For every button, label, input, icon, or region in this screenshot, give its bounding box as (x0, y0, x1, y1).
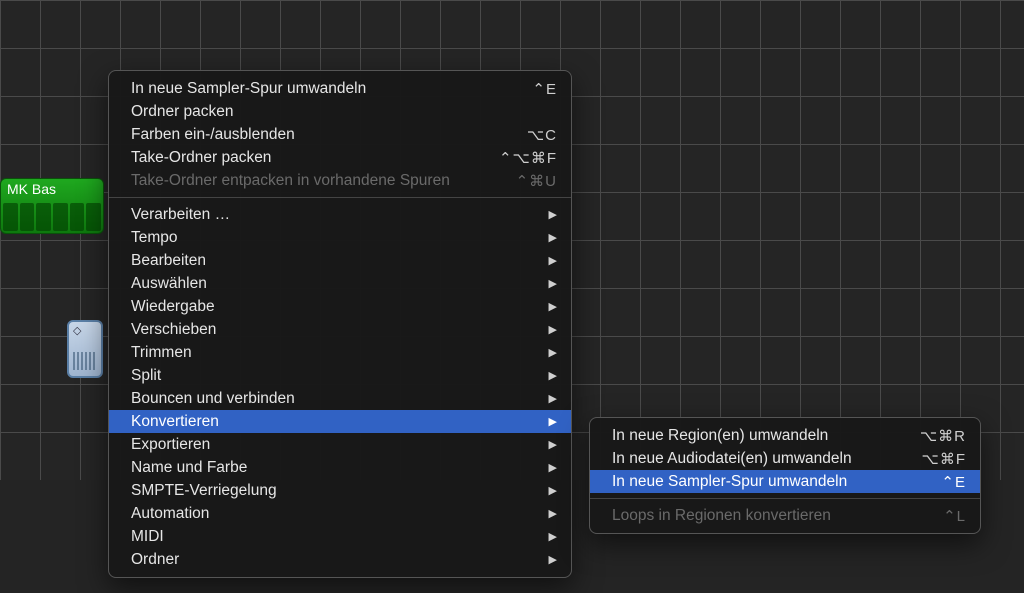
menu-item-name-color[interactable]: Name und Farbe ▶ (109, 456, 571, 479)
menu-label: Name und Farbe (131, 459, 539, 477)
shortcut: ⌃L (943, 507, 966, 525)
submenu-arrow-icon: ▶ (549, 553, 557, 566)
shortcut: ⌃⌥⌘F (499, 149, 557, 167)
submenu-arrow-icon: ▶ (549, 392, 557, 405)
audio-region[interactable] (67, 320, 103, 378)
menu-label: In neue Audiodatei(en) umwandeln (612, 450, 922, 468)
shortcut: ⌥⌘F (922, 450, 966, 468)
menu-item-convert-to-sampler-track[interactable]: In neue Sampler-Spur umwandeln ⌃E (109, 77, 571, 100)
menu-label: Wiedergabe (131, 298, 539, 316)
submenu-arrow-icon: ▶ (549, 461, 557, 474)
menu-label: In neue Sampler-Spur umwandeln (131, 80, 532, 98)
menu-label: Exportieren (131, 436, 539, 454)
menu-label: Konvertieren (131, 413, 539, 431)
menu-item-edit[interactable]: Bearbeiten ▶ (109, 249, 571, 272)
menu-label: SMPTE-Verriegelung (131, 482, 539, 500)
menu-label: Ordner (131, 551, 539, 569)
menu-label: Take-Ordner entpacken in vorhandene Spur… (131, 172, 516, 190)
context-menu: In neue Sampler-Spur umwandeln ⌃E Ordner… (108, 70, 572, 578)
submenu-arrow-icon: ▶ (549, 277, 557, 290)
shortcut: ⌥C (527, 126, 557, 144)
menu-label: Automation (131, 505, 539, 523)
region-label: MK Bas (7, 181, 56, 197)
midi-region-mk-bass[interactable]: MK Bas (0, 178, 104, 234)
menu-label: Bearbeiten (131, 252, 539, 270)
menu-item-tempo[interactable]: Tempo ▶ (109, 226, 571, 249)
menu-item-unpack-take-folder: Take-Ordner entpacken in vorhandene Spur… (109, 169, 571, 192)
menu-label: MIDI (131, 528, 539, 546)
submenu-arrow-icon: ▶ (549, 231, 557, 244)
menu-item-trim[interactable]: Trimmen ▶ (109, 341, 571, 364)
submenu-arrow-icon: ▶ (549, 323, 557, 336)
menu-item-select[interactable]: Auswählen ▶ (109, 272, 571, 295)
menu-label: Trimmen (131, 344, 539, 362)
menu-item-convert[interactable]: Konvertieren ▶ (109, 410, 571, 433)
menu-label: Verarbeiten … (131, 206, 539, 224)
menu-item-process[interactable]: Verarbeiten … ▶ (109, 203, 571, 226)
shortcut: ⌃E (532, 80, 557, 98)
submenu-arrow-icon: ▶ (549, 484, 557, 497)
menu-item-midi[interactable]: MIDI ▶ (109, 525, 571, 548)
menu-item-pack-take-folder[interactable]: Take-Ordner packen ⌃⌥⌘F (109, 146, 571, 169)
menu-item-bounce-join[interactable]: Bouncen und verbinden ▶ (109, 387, 571, 410)
submenu-item-loops-to-regions: Loops in Regionen konvertieren ⌃L (590, 504, 980, 527)
menu-item-automation[interactable]: Automation ▶ (109, 502, 571, 525)
menu-item-playback[interactable]: Wiedergabe ▶ (109, 295, 571, 318)
menu-label: In neue Region(en) umwandeln (612, 427, 920, 445)
submenu-item-new-sampler-track[interactable]: In neue Sampler-Spur umwandeln ⌃E (590, 470, 980, 493)
menu-item-pack-folder[interactable]: Ordner packen (109, 100, 571, 123)
menu-label: Split (131, 367, 539, 385)
menu-label: Auswählen (131, 275, 539, 293)
menu-label: Ordner packen (131, 103, 557, 121)
menu-label: In neue Sampler-Spur umwandeln (612, 473, 941, 491)
submenu-arrow-icon: ▶ (549, 300, 557, 313)
menu-item-smpte-lock[interactable]: SMPTE-Verriegelung ▶ (109, 479, 571, 502)
menu-label: Take-Ordner packen (131, 149, 499, 167)
menu-item-move[interactable]: Verschieben ▶ (109, 318, 571, 341)
submenu-arrow-icon: ▶ (549, 254, 557, 267)
menu-item-export[interactable]: Exportieren ▶ (109, 433, 571, 456)
submenu-arrow-icon: ▶ (549, 208, 557, 221)
menu-label: Bouncen und verbinden (131, 390, 539, 408)
submenu-arrow-icon: ▶ (549, 369, 557, 382)
menu-label: Tempo (131, 229, 539, 247)
menu-separator (590, 498, 980, 499)
menu-label: Farben ein-/ausblenden (131, 126, 527, 144)
menu-item-folder[interactable]: Ordner ▶ (109, 548, 571, 571)
submenu-arrow-icon: ▶ (549, 415, 557, 428)
submenu-arrow-icon: ▶ (549, 346, 557, 359)
shortcut: ⌥⌘R (920, 427, 966, 445)
menu-separator (109, 197, 571, 198)
submenu-arrow-icon: ▶ (549, 438, 557, 451)
submenu-item-new-regions[interactable]: In neue Region(en) umwandeln ⌥⌘R (590, 424, 980, 447)
menu-label: Verschieben (131, 321, 539, 339)
submenu-arrow-icon: ▶ (549, 507, 557, 520)
submenu-item-new-audio-files[interactable]: In neue Audiodatei(en) umwandeln ⌥⌘F (590, 447, 980, 470)
menu-item-split[interactable]: Split ▶ (109, 364, 571, 387)
submenu-convert: In neue Region(en) umwandeln ⌥⌘R In neue… (589, 417, 981, 534)
shortcut: ⌃E (941, 473, 966, 491)
menu-item-toggle-colors[interactable]: Farben ein-/ausblenden ⌥C (109, 123, 571, 146)
shortcut: ⌃⌘U (516, 172, 557, 190)
submenu-arrow-icon: ▶ (549, 530, 557, 543)
menu-label: Loops in Regionen konvertieren (612, 507, 943, 525)
